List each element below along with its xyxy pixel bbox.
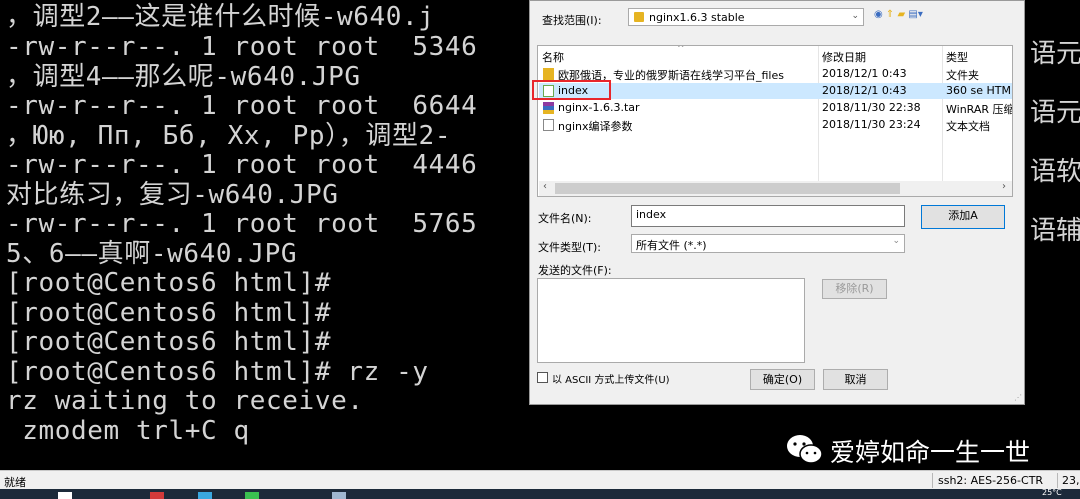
terminal-line: ，Юю, Пп, Бб, Хх, Рр），调型2-: [6, 121, 452, 151]
file-name: nginx-1.6.3.tar: [558, 101, 640, 114]
text-file-icon: [543, 119, 554, 131]
chevron-down-icon: ⌄: [892, 236, 900, 246]
wechat-icon: [787, 435, 823, 464]
terminal-fragment: 语软: [1030, 157, 1080, 187]
taskbar-app-icon[interactable]: [198, 492, 212, 499]
back-icon[interactable]: ◉: [874, 9, 883, 20]
file-type: 文本文档: [946, 120, 990, 133]
status-bar: 就绪 ssh2: AES-256-CTR 23,: [0, 470, 1080, 490]
terminal-fragment: 语辅: [1030, 216, 1080, 246]
filetype-select[interactable]: 所有文件 (*.*) ⌄: [631, 234, 905, 253]
filename-label: 文件名(N):: [538, 212, 592, 225]
file-type: WinRAR 压缩: [946, 103, 1013, 116]
file-list[interactable]: ^ 名称 修改日期 类型 欧那俄语，专业的俄罗斯语在线学习平台_files 20…: [537, 45, 1013, 197]
taskbar: 25°C: [0, 488, 1080, 499]
status-cursor-position: 23,: [1062, 474, 1080, 487]
sent-files-list[interactable]: [537, 278, 805, 363]
sort-arrow-icon: ^: [677, 45, 685, 54]
file-row[interactable]: nginx编译参数 2018/11/30 23:24 文本文档: [539, 117, 1012, 133]
column-header-type[interactable]: 类型: [946, 49, 968, 65]
resize-grip-icon[interactable]: ⋰: [1014, 393, 1022, 402]
file-upload-dialog: 查找范围(I): nginx1.6.3 stable ⌄ ◉ ⇑ ▰ ▤▾ ^ …: [529, 0, 1025, 405]
terminal-line: 5、6——真啊-w640.JPG: [6, 239, 298, 269]
filetype-label: 文件类型(T):: [538, 241, 602, 254]
highlight-annotation-box: [532, 80, 611, 100]
ascii-upload-checkbox[interactable]: [537, 372, 548, 383]
taskbar-app-icon[interactable]: [332, 492, 346, 499]
terminal-line: -rw-r--r--. 1 root root 5346: [6, 32, 478, 62]
terminal-line: ，调型4——那么呢-w640.JPG: [6, 62, 361, 92]
terminal-line: -rw-r--r--. 1 root root 4446: [6, 150, 478, 180]
taskbar-app-icon[interactable]: [150, 492, 164, 499]
view-menu-icon[interactable]: ▤▾: [908, 9, 922, 20]
dialog-toolbar[interactable]: ◉ ⇑ ▰ ▤▾: [874, 9, 923, 20]
sent-files-label: 发送的文件(F):: [538, 264, 612, 277]
column-header-date[interactable]: 修改日期: [822, 49, 866, 65]
scroll-left-icon[interactable]: ‹: [543, 181, 547, 192]
scroll-right-icon[interactable]: ›: [1002, 181, 1006, 192]
filetype-value: 所有文件 (*.*): [636, 239, 707, 252]
file-name: nginx编译参数: [558, 120, 633, 133]
terminal-prompt: [root@Centos6 html]#: [6, 298, 332, 328]
folder-icon: [634, 12, 644, 22]
watermark-text: 爱婷如命一生一世: [830, 438, 1031, 467]
up-folder-icon[interactable]: ⇑: [886, 9, 894, 20]
cancel-button[interactable]: 取消: [823, 369, 888, 390]
terminal-prompt: [root@Centos6 html]#: [6, 327, 332, 357]
terminal-line: 对比练习，复习-w640.JPG: [6, 180, 339, 210]
ascii-upload-label: 以 ASCII 方式上传文件(U): [552, 375, 670, 386]
terminal-prompt: [root@Centos6 html]#: [6, 268, 332, 298]
folder-icon: [543, 68, 554, 80]
column-header-name[interactable]: 名称: [542, 49, 564, 65]
terminal-line: zmodem trl+C q: [6, 416, 250, 446]
file-date: 2018/11/30 22:38: [822, 101, 921, 114]
file-date: 2018/12/1 0:43: [822, 84, 907, 97]
taskbar-app-icon[interactable]: [58, 492, 72, 499]
scrollbar-thumb[interactable]: [555, 183, 900, 194]
terminal-line: -rw-r--r--. 1 root root 5765: [6, 209, 478, 239]
taskbar-temperature: 25°C: [1042, 488, 1062, 497]
filename-input[interactable]: index: [631, 205, 905, 227]
archive-icon: [543, 102, 554, 114]
look-in-label: 查找范围(I):: [542, 14, 602, 27]
terminal-line: -rw-r--r--. 1 root root 6644: [6, 91, 478, 121]
look-in-combo[interactable]: nginx1.6.3 stable ⌄: [628, 8, 864, 26]
file-date: 2018/11/30 23:24: [822, 118, 921, 131]
horizontal-scrollbar[interactable]: ‹ ›: [539, 181, 1012, 196]
look-in-value: nginx1.6.3 stable: [649, 11, 745, 24]
add-button[interactable]: 添加A: [921, 205, 1005, 229]
chevron-down-icon: ⌄: [851, 11, 859, 21]
file-type: 360 se HTML: [946, 84, 1013, 97]
remove-button[interactable]: 移除(R): [822, 279, 887, 299]
file-date: 2018/12/1 0:43: [822, 67, 907, 80]
status-ready: 就绪: [4, 476, 26, 489]
terminal-fragment: 语元: [1030, 98, 1080, 128]
taskbar-app-icon[interactable]: [245, 492, 259, 499]
terminal-fragment: 语元: [1030, 39, 1080, 69]
new-folder-icon[interactable]: ▰: [898, 9, 906, 20]
file-type: 文件夹: [946, 69, 979, 82]
status-encryption: ssh2: AES-256-CTR: [938, 474, 1044, 487]
ok-button[interactable]: 确定(O): [750, 369, 815, 390]
terminal-line: ，调型2——这是谁什么时候-w640.j: [6, 2, 435, 32]
terminal-prompt: [root@Centos6 html]# rz -y: [6, 357, 429, 387]
terminal-line: rz waiting to receive.: [6, 386, 364, 416]
file-row[interactable]: nginx-1.6.3.tar 2018/11/30 22:38 WinRAR …: [539, 100, 1013, 116]
